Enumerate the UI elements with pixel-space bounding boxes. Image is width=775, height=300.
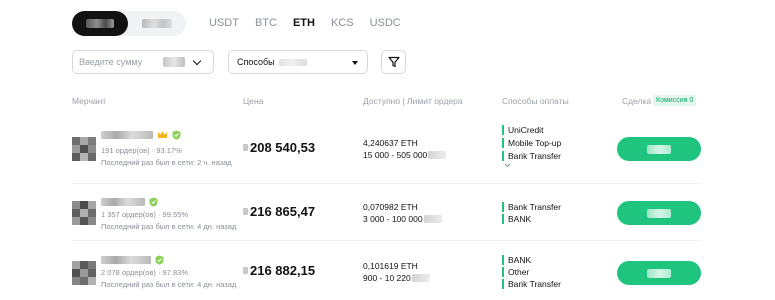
merchant-stats: 2 078 ордер(ов) · 97.83% — [101, 268, 188, 277]
buy-button[interactable] — [617, 137, 701, 161]
merchant-name[interactable] — [101, 197, 158, 206]
price-value: 216 882,15 — [250, 263, 316, 278]
merchant-name[interactable] — [101, 255, 164, 264]
buy-button[interactable] — [617, 201, 701, 225]
merchant-name-redacted — [101, 130, 153, 139]
available-amount: 0,101619 ETH — [363, 261, 418, 271]
merchant-stats: 1 357 ордер(ов) · 99.55% — [101, 210, 188, 219]
order-limit-value: 900 - 10 220 — [363, 273, 411, 283]
price: 216 865,47 — [243, 204, 315, 219]
header-price: Цена — [243, 96, 264, 106]
row-divider — [72, 240, 702, 241]
chevron-down-icon[interactable] — [504, 163, 511, 168]
available-amount: 0,070982 ETH — [363, 202, 418, 212]
header-trade: Сделка — [622, 96, 652, 106]
currency-redacted — [243, 267, 248, 274]
header-merchant: Мерчант — [72, 96, 107, 106]
payment-method: UniCredit — [502, 125, 543, 135]
currency-redacted — [243, 208, 248, 215]
header-available: Доступно | Лимит ордера — [363, 96, 463, 106]
offer-row: 2 078 ордер(ов) · 97.83% Последний раз б… — [0, 0, 775, 289]
order-limit: 3 000 - 100 000 — [363, 214, 442, 224]
shield-icon — [172, 130, 181, 139]
commission-badge: Комиссия 0 — [653, 95, 697, 106]
currency-redacted — [423, 215, 442, 223]
payment-method: Other — [502, 267, 529, 277]
currency-redacted — [428, 151, 447, 159]
last-seen: Последний раз был в сети: 2 ч. назад — [101, 158, 232, 167]
payment-method: Mobile Top-up — [502, 138, 561, 148]
order-limit-value: 3 000 - 100 000 — [363, 214, 423, 224]
order-limit-value: 15 000 - 505 000 — [363, 150, 428, 160]
caret-down-icon — [352, 61, 358, 65]
avatar[interactable] — [72, 201, 96, 225]
price: 208 540,53 — [243, 140, 315, 155]
row-divider — [72, 183, 702, 184]
merchant-name-redacted — [101, 255, 151, 264]
avatar[interactable] — [72, 137, 96, 161]
buy-label-redacted — [647, 144, 671, 154]
order-limit: 15 000 - 505 000 — [363, 150, 447, 160]
buy-label-redacted — [647, 208, 671, 218]
payment-method: BANK — [502, 255, 531, 265]
shield-icon — [149, 197, 158, 206]
available-amount: 4,240637 ETH — [363, 138, 418, 148]
currency-redacted — [411, 274, 430, 282]
last-seen: Последний раз был в сети: 4 дн. назад — [101, 280, 237, 289]
buy-label-redacted — [647, 268, 671, 278]
merchant-stats: 191 ордер(ов) · 93.17% — [101, 146, 182, 155]
price: 216 882,15 — [243, 263, 315, 278]
payment-method: BANK — [502, 214, 531, 224]
header-payment: Способы оплаты — [502, 96, 569, 106]
merchant-name-redacted — [101, 197, 145, 206]
shield-icon — [155, 255, 164, 264]
payment-method: Bank Transfer — [502, 202, 561, 212]
buy-button[interactable] — [617, 261, 701, 285]
payment-method: Bank Transfer — [502, 151, 561, 161]
last-seen: Последний раз был в сети: 4 дн. назад — [101, 222, 237, 231]
avatar[interactable] — [72, 261, 96, 285]
payment-method: Bank Transfer — [502, 279, 561, 289]
currency-redacted — [243, 144, 248, 151]
price-value: 208 540,53 — [250, 140, 316, 155]
price-value: 216 865,47 — [250, 204, 316, 219]
order-limit: 900 - 10 220 — [363, 273, 430, 283]
merchant-name[interactable] — [101, 130, 181, 139]
crown-icon — [158, 131, 167, 138]
